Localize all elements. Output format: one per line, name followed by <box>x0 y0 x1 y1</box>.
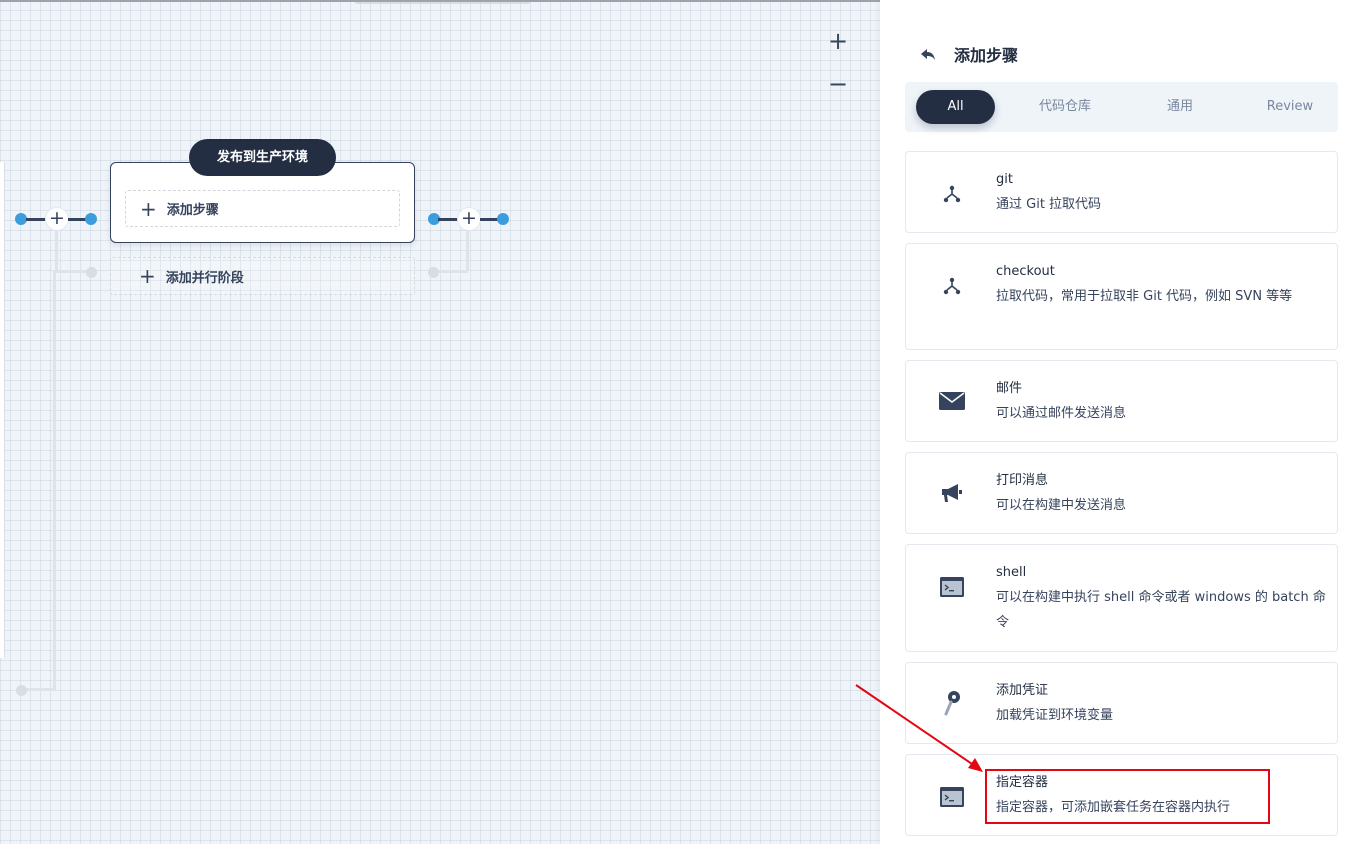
terminal-icon <box>938 783 966 811</box>
branch-line <box>22 688 56 691</box>
step-description: 可以在构建中发送消息 <box>996 498 1127 513</box>
zoom-out-button[interactable]: − <box>826 72 850 96</box>
connector-dot <box>497 213 509 225</box>
connector-line <box>68 218 86 221</box>
tab-all[interactable]: All <box>916 90 995 124</box>
panel-header: 添加步骤 <box>918 40 1018 68</box>
step-name: shell <box>996 565 1027 580</box>
step-card-print-message[interactable]: 打印消息 可以在构建中发送消息 <box>905 452 1338 534</box>
step-name: 邮件 <box>996 381 1023 396</box>
annotation-highlight-box <box>985 769 1270 824</box>
add-parallel-label: 添加并行阶段 <box>165 270 244 286</box>
step-name: 打印消息 <box>996 473 1049 488</box>
previous-stage-edge <box>0 162 5 658</box>
tab-review[interactable]: Review <box>1250 90 1330 124</box>
branch-line <box>436 270 468 273</box>
megaphone-icon <box>938 479 966 507</box>
connector-line <box>438 218 458 221</box>
step-name: checkout <box>996 264 1055 279</box>
add-parallel-stage-button[interactable]: + 添加并行阶段 <box>110 257 415 295</box>
zoom-in-button[interactable]: + <box>826 29 850 53</box>
plus-icon: + <box>140 196 157 221</box>
branch-line <box>53 270 56 690</box>
category-tabs: All 代码仓库 通用 Review <box>905 82 1338 132</box>
git-branch-icon <box>938 180 966 208</box>
tab-general[interactable]: 通用 <box>1140 90 1220 124</box>
tab-code-repo[interactable]: 代码仓库 <box>1020 90 1110 124</box>
step-name: 添加凭证 <box>996 683 1049 698</box>
parallel-dot <box>16 685 27 696</box>
parallel-dot <box>86 267 97 278</box>
parallel-dot <box>428 267 439 278</box>
step-description: 可以在构建中执行 shell 命令或者 windows 的 batch 命令 <box>996 590 1326 630</box>
connector-line <box>26 218 46 221</box>
mail-icon <box>938 387 966 415</box>
branch-line <box>466 230 469 270</box>
pipeline-canvas[interactable]: + − + 发布到生产环境 + 添加步骤 + 添加并行阶段 + <box>0 0 880 844</box>
add-step-button[interactable]: + 添加步骤 <box>125 190 400 227</box>
step-description: 拉取代码，常用于拉取非 Git 代码，例如 SVN 等等 <box>996 289 1293 304</box>
insert-stage-right-button[interactable]: + <box>457 207 481 231</box>
step-description: 加载凭证到环境变量 <box>996 708 1114 723</box>
insert-stage-left-button[interactable]: + <box>45 207 69 231</box>
step-card-shell[interactable]: shell 可以在构建中执行 shell 命令或者 windows 的 batc… <box>905 544 1338 652</box>
step-name: git <box>996 172 1013 187</box>
terminal-icon <box>938 573 966 601</box>
step-card-add-credential[interactable]: 添加凭证 加载凭证到环境变量 <box>905 662 1338 744</box>
panel-title: 添加步骤 <box>954 46 1019 65</box>
step-card-mail[interactable]: 邮件 可以通过邮件发送消息 <box>905 360 1338 442</box>
step-description: 可以通过邮件发送消息 <box>996 406 1127 421</box>
add-step-label: 添加步骤 <box>166 203 219 218</box>
back-arrow-icon[interactable] <box>918 44 938 64</box>
key-icon <box>938 689 966 717</box>
step-description: 通过 Git 拉取代码 <box>996 197 1102 212</box>
plus-icon: + <box>139 264 156 288</box>
connector-dot <box>85 213 97 225</box>
stage-title[interactable]: 发布到生产环境 <box>189 139 336 176</box>
step-card-checkout[interactable]: checkout 拉取代码，常用于拉取非 Git 代码，例如 SVN 等等 <box>905 243 1338 350</box>
git-branch-icon <box>938 272 966 300</box>
step-card-git[interactable]: git 通过 Git 拉取代码 <box>905 151 1338 233</box>
branch-line <box>55 230 58 270</box>
branch-line <box>56 270 86 273</box>
